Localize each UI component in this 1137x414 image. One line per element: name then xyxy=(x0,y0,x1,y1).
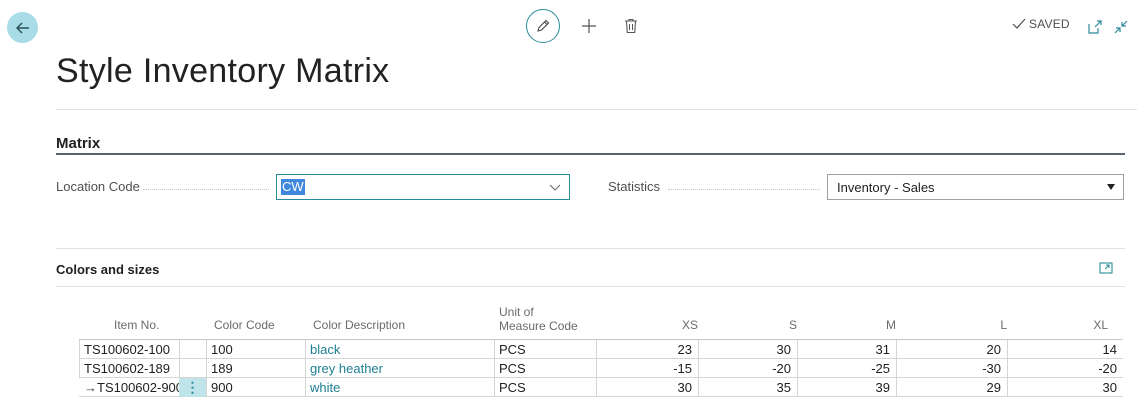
column-header-xl[interactable]: XL xyxy=(1007,318,1108,332)
saved-status: SAVED xyxy=(1012,17,1070,31)
cell-l[interactable]: 20 xyxy=(896,340,1007,359)
column-header-xs[interactable]: XS xyxy=(596,318,698,332)
cell-row-actions[interactable] xyxy=(179,340,206,359)
cell-row-actions[interactable] xyxy=(179,359,206,378)
collapse-icon[interactable] xyxy=(1113,19,1129,35)
statistics-select[interactable]: Inventory - Sales xyxy=(827,174,1124,200)
chevron-down-icon[interactable] xyxy=(549,181,561,193)
statistics-leader xyxy=(668,189,820,190)
cell-l[interactable]: 29 xyxy=(896,378,1007,397)
location-code-value: CW xyxy=(281,179,305,195)
cell-uom[interactable]: PCS xyxy=(494,378,596,397)
section-title-matrix: Matrix xyxy=(56,135,101,152)
open-new-window-icon[interactable] xyxy=(1087,19,1103,35)
dropdown-arrow-icon xyxy=(1107,184,1115,190)
cell-color-code[interactable]: 189 xyxy=(206,359,305,378)
arrow-left-icon xyxy=(15,22,29,33)
cell-color-description[interactable]: grey heather xyxy=(305,359,494,378)
delete-button[interactable] xyxy=(620,15,642,37)
cell-s[interactable]: -20 xyxy=(698,359,797,378)
checkmark-icon xyxy=(1012,18,1026,29)
statistics-value: Inventory - Sales xyxy=(837,179,935,195)
column-header-color-code[interactable]: Color Code xyxy=(214,318,275,332)
cell-item-no[interactable]: TS100602-189 xyxy=(79,359,179,378)
plus-icon xyxy=(582,19,596,33)
part-title-colors-and-sizes: Colors and sizes xyxy=(56,262,160,277)
action-toolbar xyxy=(526,9,642,43)
location-code-field[interactable]: CW xyxy=(276,174,570,200)
title-divider xyxy=(56,109,1137,110)
part-divider-top xyxy=(56,248,1125,249)
cell-m[interactable]: 31 xyxy=(797,340,896,359)
cell-xs[interactable]: 30 xyxy=(596,378,698,397)
column-header-s[interactable]: S xyxy=(698,318,797,332)
cell-color-code[interactable]: 900 xyxy=(206,378,305,397)
statistics-label: Statistics xyxy=(608,179,661,194)
cell-xs[interactable]: -15 xyxy=(596,359,698,378)
back-button[interactable] xyxy=(7,12,38,43)
column-header-l[interactable]: L xyxy=(896,318,1007,332)
section-divider xyxy=(56,153,1125,155)
row-actions-menu-button[interactable]: ⋮ xyxy=(179,378,206,397)
more-options-icon: ⋮ xyxy=(185,379,200,395)
edit-button[interactable] xyxy=(526,9,560,43)
cell-xl[interactable]: 30 xyxy=(1007,378,1123,397)
location-code-leader xyxy=(143,189,269,190)
cell-color-description[interactable]: black xyxy=(305,340,494,359)
cell-s[interactable]: 30 xyxy=(698,340,797,359)
cell-item-no[interactable]: TS100602-900 xyxy=(79,378,179,397)
column-header-color-description[interactable]: Color Description xyxy=(313,318,405,332)
page-title: Style Inventory Matrix xyxy=(56,52,390,90)
cell-uom[interactable]: PCS xyxy=(494,340,596,359)
cell-xl[interactable]: 14 xyxy=(1007,340,1123,359)
expand-icon[interactable] xyxy=(1099,261,1113,275)
cell-uom[interactable]: PCS xyxy=(494,359,596,378)
cell-item-no[interactable]: TS100602-100 xyxy=(79,340,179,359)
trash-icon xyxy=(625,18,637,34)
column-header-uom[interactable]: Unit of Measure Code xyxy=(499,305,578,333)
saved-label: SAVED xyxy=(1029,17,1070,31)
part-divider-bottom xyxy=(56,286,1125,287)
table-row-current[interactable]: → TS100602-900 ⋮ 900 white PCS 30 35 39 … xyxy=(0,378,1137,397)
table-row[interactable]: TS100602-189 189 grey heather PCS -15 -2… xyxy=(0,359,1137,378)
cell-m[interactable]: -25 xyxy=(797,359,896,378)
column-header-uom-line1: Unit of xyxy=(499,305,534,319)
pencil-icon xyxy=(537,19,550,32)
cell-xl[interactable]: -20 xyxy=(1007,359,1123,378)
cell-s[interactable]: 35 xyxy=(698,378,797,397)
cell-xs[interactable]: 23 xyxy=(596,340,698,359)
column-header-m[interactable]: M xyxy=(797,318,896,332)
cell-color-code[interactable]: 100 xyxy=(206,340,305,359)
new-button[interactable] xyxy=(578,15,600,37)
column-header-uom-line2: Measure Code xyxy=(499,319,578,333)
cell-color-description[interactable]: white xyxy=(305,378,494,397)
column-header-item-no[interactable]: Item No. xyxy=(114,318,159,332)
cell-m[interactable]: 39 xyxy=(797,378,896,397)
cell-l[interactable]: -30 xyxy=(896,359,1007,378)
table-row[interactable]: TS100602-100 100 black PCS 23 30 31 20 1… xyxy=(0,340,1137,359)
location-code-label: Location Code xyxy=(56,179,140,194)
